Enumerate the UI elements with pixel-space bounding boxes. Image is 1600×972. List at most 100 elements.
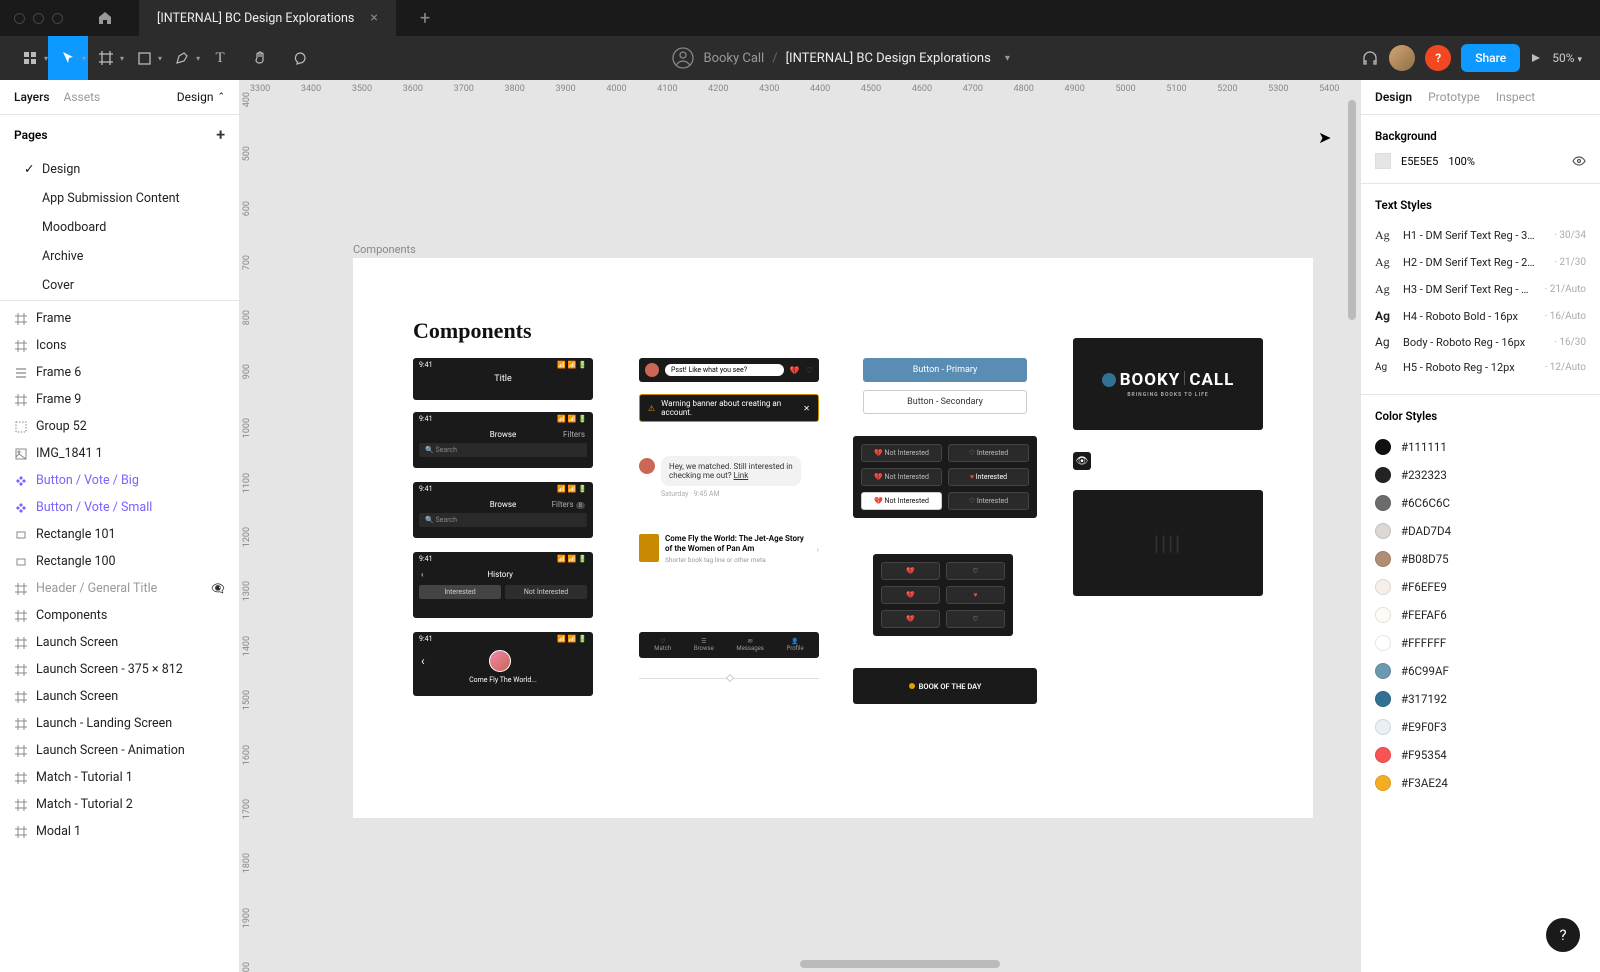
book-of-day-badge: BOOK OF THE DAY [853,668,1037,704]
chevron-down-icon[interactable]: ▾ [1005,53,1010,64]
zoom-level[interactable]: 50% ▾ [1552,51,1582,65]
toolbar-tools: ▾ ▾ ▾ ▾ ▾ T [0,36,320,80]
layer-item[interactable]: Launch Screen [0,683,239,710]
layer-item[interactable]: IMG_1841 1 [0,440,239,467]
file-tab[interactable]: [INTERNAL] BC Design Explorations × [139,0,396,36]
page-item[interactable]: Cover [0,271,239,300]
team-avatar-icon [671,46,695,70]
frame-label[interactable]: Components [353,243,416,256]
like-banner: Psst! Like what you see? 💔♡ [639,358,819,382]
header-history: 9:41📶 📶 🔋 ‹History InterestedNot Interes… [413,552,593,618]
vertical-scrollbar[interactable] [1346,100,1358,952]
team-name[interactable]: Booky Call [703,51,764,66]
page-item[interactable]: ✓Design [0,154,239,184]
layer-item[interactable]: Components [0,602,239,629]
hidden-icon[interactable]: 👁‍🗨 [211,582,225,595]
color-style-item[interactable]: #317192 [1375,685,1586,713]
window-controls[interactable] [14,13,63,24]
hand-tool[interactable] [240,36,280,80]
layer-item[interactable]: Button / Vote / Big [0,467,239,494]
layer-item[interactable]: Button / Vote / Small [0,494,239,521]
layers-tab[interactable]: Layers [14,90,50,104]
color-style-item[interactable]: #F6EFE9 [1375,573,1586,601]
text-styles-label: Text Styles [1375,198,1586,212]
layer-item[interactable]: Group 52 [0,413,239,440]
maximize-window[interactable] [52,13,63,24]
assets-tab[interactable]: Assets [64,90,101,104]
color-style-item[interactable]: #E9F0F3 [1375,713,1586,741]
color-style-item[interactable]: #FFFFFF [1375,629,1586,657]
breadcrumb-separator: / [772,51,777,66]
visibility-toggle-icon[interactable] [1572,154,1586,168]
header-browse-filters: 9:41📶 📶 🔋 BrowseFilters 8 🔍 Search [413,482,593,538]
text-style-item[interactable]: AgH1 - DM Serif Text Reg - 3…· 30/34 [1375,222,1586,249]
horizontal-scrollbar[interactable] [260,958,1340,970]
page-item[interactable]: Archive [0,242,239,271]
layer-item[interactable]: Rectangle 100 [0,548,239,575]
layer-item[interactable]: Match - Tutorial 1 [0,764,239,791]
color-style-item[interactable]: #DAD7D4 [1375,517,1586,545]
minimize-window[interactable] [33,13,44,24]
color-style-item[interactable]: #FEFAF6 [1375,601,1586,629]
components-frame[interactable]: Components 9:41📶 📶 🔋 Title 9:41📶 📶 🔋 Bro… [353,258,1313,818]
components-heading: Components [413,318,532,344]
help-button[interactable]: ? [1546,918,1580,952]
color-style-item[interactable]: #F3AE24 [1375,769,1586,797]
close-icon[interactable]: ✕ [803,404,810,413]
color-style-item[interactable]: #6C6C6C [1375,489,1586,517]
layer-item[interactable]: Modal 1 [0,818,239,845]
color-style-item[interactable]: #232323 [1375,461,1586,489]
file-name[interactable]: [INTERNAL] BC Design Explorations [786,51,991,66]
comment-tool[interactable] [280,36,320,80]
layer-item[interactable]: Frame 9 [0,386,239,413]
text-style-item[interactable]: AgH4 - Roboto Bold - 16px· 16/Auto [1375,303,1586,329]
home-button[interactable] [93,6,117,30]
layer-item[interactable]: Launch Screen - 375 × 812 [0,656,239,683]
layers-list: FrameIconsFrame 6Frame 9Group 52IMG_1841… [0,300,239,972]
pages-list: ✓DesignApp Submission ContentMoodboardAr… [0,154,239,300]
page-item[interactable]: Moodboard [0,213,239,242]
color-style-item[interactable]: #B08D75 [1375,545,1586,573]
page-item[interactable]: App Submission Content [0,184,239,213]
design-tab[interactable]: Design [1375,90,1412,104]
layer-item[interactable]: Icons [0,332,239,359]
layer-item[interactable]: Launch Screen - Animation [0,737,239,764]
scrollbar-thumb[interactable] [800,960,1000,968]
layer-item[interactable]: Launch Screen [0,629,239,656]
color-style-item[interactable]: #F95354 [1375,741,1586,769]
breadcrumb[interactable]: Booky Call / [INTERNAL] BC Design Explor… [320,46,1361,70]
layer-item[interactable]: Match - Tutorial 2 [0,791,239,818]
new-tab-button[interactable]: + [420,8,430,29]
page-selector[interactable]: Design⌃ [177,90,225,104]
text-style-item[interactable]: AgH2 - DM Serif Text Reg - 2…· 21/30 [1375,249,1586,276]
text-style-item[interactable]: AgH5 - Roboto Reg - 12px· 12/Auto [1375,355,1586,380]
bg-swatch[interactable] [1375,153,1391,169]
layer-item[interactable]: Frame 6 [0,359,239,386]
close-tab-icon[interactable]: × [370,10,377,26]
text-tool[interactable]: T [200,36,240,80]
close-window[interactable] [14,13,25,24]
text-style-item[interactable]: AgH3 - DM Serif Text Reg - …· 21/Auto [1375,276,1586,303]
scrollbar-thumb[interactable] [1348,100,1356,320]
cursor-icon: ➤ [1318,128,1331,147]
user-avatar[interactable] [1389,45,1415,71]
text-style-item[interactable]: AgBody - Roboto Reg - 16px· 16/30 [1375,329,1586,355]
vote-buttons-small: 💔♡ 💔♥ 💔♡ [873,554,1013,636]
toolbar: ▾ ▾ ▾ ▾ ▾ T Booky Call / [INTERNAL] BC D… [0,36,1600,80]
add-page-button[interactable]: + [216,125,225,144]
notification-badge[interactable]: ? [1425,45,1451,71]
layer-item[interactable]: Frame [0,305,239,332]
share-button[interactable]: Share [1461,44,1520,72]
layer-item[interactable]: Rectangle 101 [0,521,239,548]
canvas[interactable]: 3300340035003600370038003900400041004200… [240,80,1360,972]
inspect-tab[interactable]: Inspect [1496,90,1535,104]
color-style-item[interactable]: #111111 [1375,433,1586,461]
headphones-icon[interactable] [1361,49,1379,67]
layer-item[interactable]: Header / General Title👁‍🗨 [0,575,239,602]
layer-item[interactable]: Launch - Landing Screen [0,710,239,737]
present-icon[interactable] [1530,52,1542,64]
color-style-item[interactable]: #6C99AF [1375,657,1586,685]
bg-opacity[interactable]: 100% [1448,155,1475,168]
prototype-tab[interactable]: Prototype [1428,90,1480,104]
bg-hex[interactable]: E5E5E5 [1401,155,1438,168]
